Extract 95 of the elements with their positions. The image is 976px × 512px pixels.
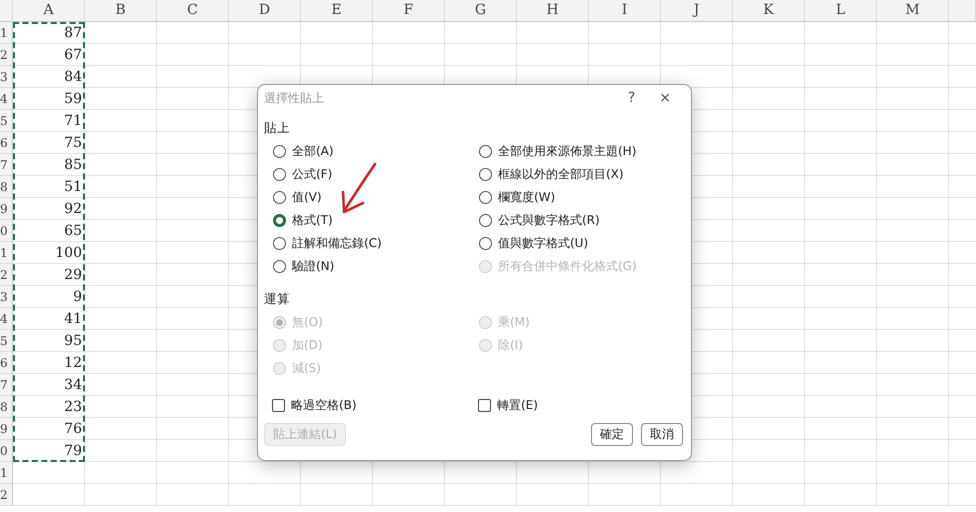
option-label: 無(O) (292, 314, 323, 331)
cell-value: 9 (72, 288, 83, 306)
option-label: 註解和備忘錄(C) (292, 235, 382, 252)
radio-button[interactable] (273, 260, 286, 273)
row-header[interactable]: 5 (0, 110, 13, 132)
radio-button[interactable] (273, 214, 286, 227)
option-label: 框線以外的全部項目(X) (498, 166, 624, 184)
option-label: 乘(M) (498, 314, 530, 331)
option-label: 公式與數字格式(R) (498, 212, 600, 230)
cell-value: 79 (63, 442, 83, 460)
cell-value: 100 (54, 244, 83, 262)
column-header[interactable]: H (517, 0, 589, 22)
dialog-title: 選擇性貼上 (264, 90, 325, 107)
row-header[interactable]: 3 (0, 66, 13, 88)
column-header[interactable]: B (85, 0, 157, 22)
cell-value: 84 (63, 68, 83, 86)
option-label: 欄寬度(W) (498, 189, 556, 206)
option-label: 除(I) (498, 337, 523, 354)
cell-value: 41 (63, 310, 83, 328)
option-label: 全部使用來源佈景主題(H) (498, 143, 636, 160)
row-header[interactable]: 0 (0, 220, 13, 242)
option-label: 全部(A) (292, 143, 334, 160)
row-header[interactable]: 9 (0, 418, 13, 440)
column-header[interactable]: E (301, 0, 373, 22)
cell-value: 51 (63, 178, 83, 196)
cell-value: 71 (63, 112, 83, 130)
option-label: 格式(T) (292, 212, 333, 230)
radio-button[interactable] (273, 236, 286, 250)
row-header[interactable]: 1 (0, 242, 13, 264)
row-header[interactable]: 6 (0, 132, 13, 154)
checkbox-label: 轉置(E) (497, 397, 538, 414)
row-header[interactable]: 5 (0, 330, 13, 352)
cell-value: 85 (63, 156, 83, 174)
option-label: 值與數字格式(U) (498, 235, 588, 252)
cell-value: 12 (63, 354, 83, 372)
row-header[interactable]: 2 (0, 484, 13, 506)
section-heading: 貼上 (264, 119, 291, 137)
option-label: 減(S) (292, 360, 321, 377)
row-header[interactable]: 4 (0, 88, 13, 110)
row-header[interactable]: 0 (0, 440, 13, 462)
cell-value: 92 (63, 200, 83, 218)
column-header[interactable]: C (157, 0, 229, 22)
column-header[interactable]: D (229, 0, 301, 22)
option-label: 驗證(N) (292, 258, 334, 276)
cell-value: 34 (63, 376, 83, 394)
row-header[interactable]: 3 (0, 286, 13, 308)
row-header[interactable]: 4 (0, 308, 13, 330)
radio-button[interactable] (273, 168, 286, 181)
dialog-button[interactable]: 確定 (591, 422, 633, 446)
dialog-button[interactable]: 取消 (641, 422, 683, 446)
radio-button[interactable] (479, 144, 492, 158)
radio-button[interactable] (273, 190, 286, 204)
column-header[interactable]: M (877, 0, 949, 22)
column-header[interactable]: J (661, 0, 733, 22)
column-header[interactable]: K (733, 0, 805, 22)
column-header[interactable]: F (373, 0, 445, 22)
help-button[interactable]: ? (624, 89, 640, 107)
cell-value: 65 (63, 222, 83, 240)
cell-value: 67 (63, 46, 83, 64)
cell-value: 76 (63, 420, 83, 438)
cell-value: 23 (63, 398, 83, 416)
cell-value: 29 (63, 266, 83, 284)
row-header[interactable]: 2 (0, 264, 13, 286)
row-header[interactable]: 8 (0, 176, 13, 198)
row-header[interactable]: 2 (0, 44, 13, 66)
radio-button[interactable] (273, 144, 286, 158)
cell-value: 75 (63, 134, 83, 152)
cell-value: 59 (63, 90, 83, 108)
radio-button[interactable] (479, 214, 492, 227)
column-header[interactable]: G (445, 0, 517, 22)
checkbox[interactable] (272, 398, 285, 412)
cell-value: 95 (63, 332, 83, 350)
column-header[interactable]: I (589, 0, 661, 22)
column-header[interactable]: A (13, 0, 85, 22)
radio-button[interactable] (479, 190, 492, 204)
close-button[interactable]: × (655, 89, 675, 107)
section-heading: 運算 (264, 290, 291, 308)
column-header[interactable]: L (805, 0, 877, 22)
cell-value: 87 (63, 24, 83, 42)
option-label: 公式(F) (292, 166, 332, 184)
checkbox-label: 略過空格(B) (291, 397, 357, 414)
row-header[interactable]: 1 (0, 22, 13, 44)
annotation-arrow (342, 162, 376, 214)
row-header[interactable]: 6 (0, 352, 13, 374)
row-header[interactable]: 8 (0, 396, 13, 418)
row-header[interactable]: 9 (0, 198, 13, 220)
radio-button[interactable] (479, 168, 492, 181)
row-header[interactable]: 7 (0, 154, 13, 176)
checkbox[interactable] (478, 398, 491, 412)
option-label: 加(D) (292, 337, 323, 354)
radio-button[interactable] (479, 236, 492, 250)
option-label: 值(V) (292, 189, 322, 206)
row-header[interactable]: 1 (0, 462, 13, 484)
option-label: 所有合併中條件化格式(G) (498, 258, 637, 276)
row-header[interactable]: 7 (0, 374, 13, 396)
